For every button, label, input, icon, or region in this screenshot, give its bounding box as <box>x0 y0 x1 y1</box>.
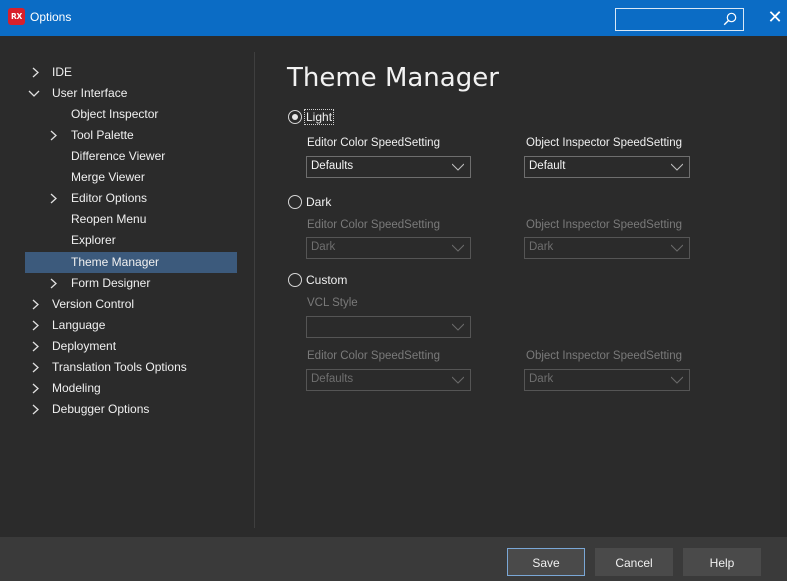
tree-item-label: Object Inspector <box>71 107 159 121</box>
chevron-down-icon[interactable] <box>671 243 683 253</box>
cancel-button[interactable]: Cancel <box>595 548 673 576</box>
light-editor-label: Editor Color SpeedSetting <box>307 137 440 149</box>
tree-item-label: Merge Viewer <box>71 170 145 184</box>
tree-item-label: Difference Viewer <box>71 149 166 163</box>
close-icon[interactable]: ✕ <box>764 8 786 30</box>
chevron-right-icon[interactable] <box>29 294 43 315</box>
dark-radio[interactable] <box>288 195 302 209</box>
tree-item-label: Theme Manager <box>71 255 160 269</box>
tree-item-label: Version Control <box>52 297 135 311</box>
custom-radio[interactable] <box>288 273 302 287</box>
tree-item-language[interactable]: Language <box>25 315 237 336</box>
custom-editor-select[interactable]: Defaults <box>306 369 471 391</box>
vcl-style-select[interactable] <box>306 316 471 338</box>
dark-radio-label[interactable]: Dark <box>306 195 331 209</box>
options-tree: IDE User Interface Object Inspector Tool… <box>0 36 254 528</box>
chevron-down-icon[interactable] <box>27 83 41 104</box>
light-editor-select[interactable]: Defaults <box>306 156 471 178</box>
tree-item-explorer[interactable]: Explorer <box>25 230 237 251</box>
tree-item-theme-manager[interactable]: Theme Manager <box>25 252 237 273</box>
dark-editor-value: Dark <box>311 241 336 253</box>
tree-item-editor-options[interactable]: Editor Options <box>25 188 237 209</box>
tree-item-label: Tool Palette <box>71 128 134 142</box>
help-button[interactable]: Help <box>683 548 761 576</box>
tree-item-user-interface[interactable]: User Interface <box>25 83 237 104</box>
tree-item-object-inspector[interactable]: Object Inspector <box>25 104 237 125</box>
chevron-right-icon[interactable] <box>29 62 43 83</box>
panel-divider <box>254 52 255 528</box>
search-icon[interactable] <box>723 12 737 26</box>
search-input[interactable] <box>615 8 744 31</box>
page-title: Theme Manager <box>287 63 499 93</box>
tree-item-label: Form Designer <box>71 276 151 290</box>
light-inspector-label: Object Inspector SpeedSetting <box>526 137 682 149</box>
chevron-right-icon[interactable] <box>29 357 43 378</box>
dark-inspector-label: Object Inspector SpeedSetting <box>526 219 682 231</box>
tree-item-label: Explorer <box>71 233 116 247</box>
tree-item-version-control[interactable]: Version Control <box>25 294 237 315</box>
tree-item-label: Translation Tools Options <box>52 360 187 374</box>
vcl-style-label: VCL Style <box>307 297 358 309</box>
tree-item-tool-palette[interactable]: Tool Palette <box>25 125 237 146</box>
tree-item-label: Deployment <box>52 339 117 353</box>
tree-item-label: Editor Options <box>71 191 148 205</box>
tree-item-modeling[interactable]: Modeling <box>25 378 237 399</box>
chevron-down-icon[interactable] <box>671 162 683 172</box>
tree-item-label: Debugger Options <box>52 402 150 416</box>
light-radio[interactable] <box>288 110 302 124</box>
custom-inspector-value: Dark <box>529 373 554 385</box>
tree-item-deployment[interactable]: Deployment <box>25 336 237 357</box>
light-inspector-select[interactable]: Default <box>524 156 690 178</box>
tree-item-merge-viewer[interactable]: Merge Viewer <box>25 167 237 188</box>
chevron-down-icon[interactable] <box>452 375 464 385</box>
tree-item-label: Modeling <box>52 381 101 395</box>
light-editor-value: Defaults <box>311 160 354 172</box>
chevron-right-icon[interactable] <box>47 188 61 209</box>
tree-item-label: IDE <box>52 65 73 79</box>
light-inspector-value: Default <box>529 160 566 172</box>
custom-inspector-label: Object Inspector SpeedSetting <box>526 350 682 362</box>
window-title: Options <box>30 10 72 24</box>
chevron-down-icon[interactable] <box>452 243 464 253</box>
tree-item-ide[interactable]: IDE <box>25 62 237 83</box>
app-logo-icon: RX <box>8 8 25 25</box>
tree-item-debugger-options[interactable]: Debugger Options <box>25 399 237 420</box>
chevron-down-icon[interactable] <box>452 162 464 172</box>
save-button[interactable]: Save <box>507 548 585 576</box>
tree-item-label: Language <box>52 318 106 332</box>
custom-radio-label[interactable]: Custom <box>306 273 347 287</box>
tree-item-label: User Interface <box>52 86 128 100</box>
chevron-right-icon[interactable] <box>29 399 43 420</box>
dark-inspector-value: Dark <box>529 241 554 253</box>
light-radio-label[interactable]: Light <box>303 109 335 125</box>
chevron-down-icon[interactable] <box>671 375 683 385</box>
tree-item-difference-viewer[interactable]: Difference Viewer <box>25 146 237 167</box>
tree-item-reopen-menu[interactable]: Reopen Menu <box>25 209 237 230</box>
chevron-right-icon[interactable] <box>29 378 43 399</box>
custom-editor-label: Editor Color SpeedSetting <box>307 350 440 362</box>
custom-editor-value: Defaults <box>311 373 354 385</box>
chevron-right-icon[interactable] <box>47 125 61 146</box>
dark-editor-label: Editor Color SpeedSetting <box>307 219 440 231</box>
custom-inspector-select[interactable]: Dark <box>524 369 690 391</box>
chevron-down-icon[interactable] <box>452 322 464 332</box>
chevron-right-icon[interactable] <box>29 336 43 357</box>
dark-inspector-select[interactable]: Dark <box>524 237 690 259</box>
chevron-right-icon[interactable] <box>29 315 43 336</box>
tree-item-translation-tools-options[interactable]: Translation Tools Options <box>25 357 237 378</box>
chevron-right-icon[interactable] <box>47 273 61 294</box>
tree-item-label: Reopen Menu <box>71 212 147 226</box>
title-bar: RX Options ✕ <box>0 0 787 36</box>
tree-item-form-designer[interactable]: Form Designer <box>25 273 237 294</box>
dark-editor-select[interactable]: Dark <box>306 237 471 259</box>
